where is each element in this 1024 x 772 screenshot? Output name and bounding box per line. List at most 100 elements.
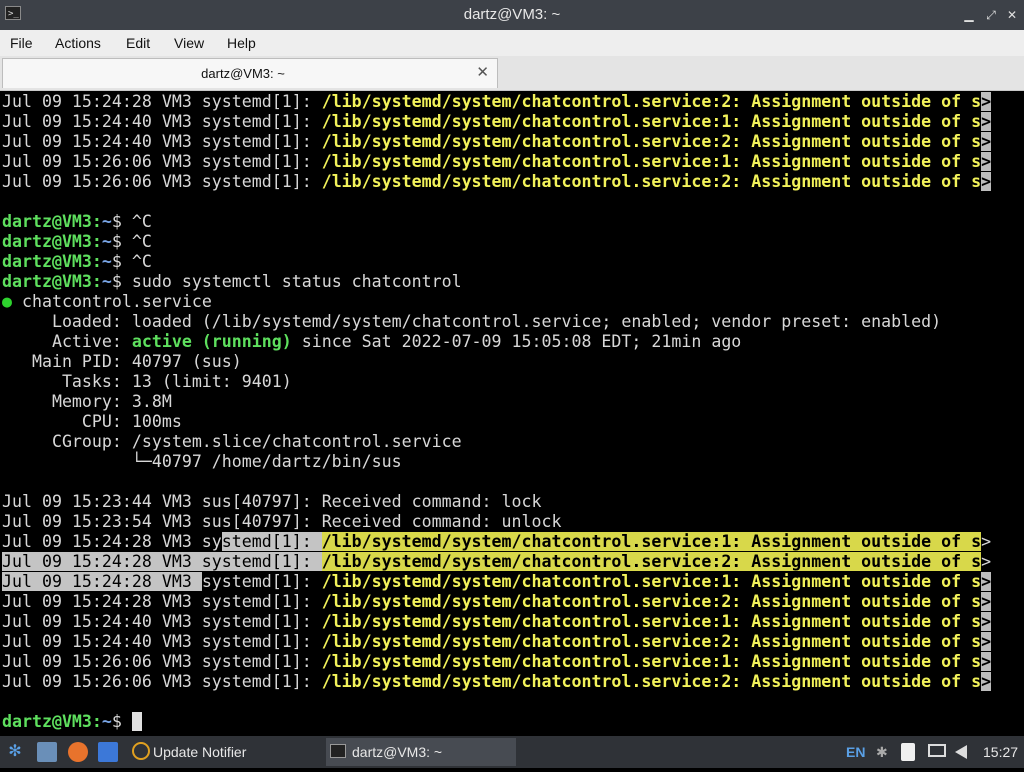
terminal-line: Jul 09 15:24:28 VM3 systemd[1]: /lib/sys… <box>2 552 991 572</box>
terminal-tab[interactable]: dartz@VM3: ~ ✕ <box>2 58 498 88</box>
start-menu-icon[interactable]: ✻ <box>5 742 25 762</box>
terminal-line: Jul 09 15:26:06 VM3 systemd[1]: /lib/sys… <box>2 672 992 692</box>
terminal-line: Jul 09 15:24:40 VM3 systemd[1]: /lib/sys… <box>2 632 992 652</box>
terminal-text: Main PID: 40797 (sus) <box>2 352 242 371</box>
terminal-text: Jul 09 15:26:06 VM3 systemd[1]: <box>2 152 322 171</box>
menu-actions[interactable]: Actions <box>55 30 101 56</box>
terminal-text: /lib/systemd/system/chatcontrol.service:… <box>321 592 982 611</box>
update-notifier-icon <box>132 742 150 760</box>
terminal-text: /lib/systemd/system/chatcontrol.service:… <box>321 132 982 151</box>
terminal-line: ● chatcontrol.service <box>2 292 991 312</box>
show-desktop-icon[interactable] <box>98 742 118 762</box>
window-titlebar[interactable]: >_ dartz@VM3: ~ ▁ ⤢ ✕ <box>0 0 1024 30</box>
terminal-text: > <box>981 592 992 611</box>
terminal-text: ● <box>2 292 12 311</box>
clipboard-icon[interactable] <box>901 736 917 768</box>
terminal-text: > <box>981 572 992 591</box>
terminal-scrollbar[interactable] <box>996 91 1024 736</box>
terminal-text: > <box>981 552 992 571</box>
task-terminal[interactable]: dartz@VM3: ~ <box>326 738 516 766</box>
terminal-line: dartz@VM3:~$ ^C <box>2 212 991 232</box>
terminal-text: Jul 09 15:24:28 VM3 systemd[1]: <box>2 552 322 571</box>
terminal-output[interactable]: Jul 09 15:24:28 VM3 systemd[1]: /lib/sys… <box>0 91 1024 736</box>
clock[interactable]: 15:27 <box>983 736 1018 768</box>
terminal-text: > <box>981 132 992 151</box>
terminal-line: Jul 09 15:26:06 VM3 systemd[1]: /lib/sys… <box>2 152 992 172</box>
terminal-text: /lib/systemd/system/chatcontrol.service:… <box>321 152 982 171</box>
terminal-text: $ ^C <box>111 212 152 231</box>
terminal-text: CPU: 100ms <box>2 412 182 431</box>
terminal-line: Loaded: loaded (/lib/systemd/system/chat… <box>2 312 991 332</box>
terminal-text: > <box>981 92 992 111</box>
close-window-button[interactable]: ✕ <box>1003 6 1021 24</box>
terminal-line: dartz@VM3:~$ ^C <box>2 252 991 272</box>
terminal-text: /lib/systemd/system/chatcontrol.service:… <box>321 532 982 551</box>
terminal-text: active (running) <box>131 332 292 351</box>
terminal-text: stemd[1]: <box>221 532 322 551</box>
terminal-text: Loaded: loaded (/lib/systemd/system/chat… <box>2 312 942 331</box>
terminal-text: chatcontrol.service <box>12 292 212 311</box>
terminal-text: Tasks: 13 (limit: 9401) <box>2 372 292 391</box>
tab-close-icon[interactable]: ✕ <box>476 59 489 89</box>
terminal-text: Jul 09 15:24:40 VM3 systemd[1]: <box>2 112 322 131</box>
terminal-line: CPU: 100ms <box>2 412 991 432</box>
terminal-text: /lib/systemd/system/chatcontrol.service:… <box>321 92 982 111</box>
bluetooth-icon[interactable]: ✱ <box>876 736 888 768</box>
terminal-text: Jul 09 15:24:28 VM3 systemd[1]: <box>2 592 322 611</box>
menu-file[interactable]: File <box>10 30 33 56</box>
task-update-notifier[interactable]: Update Notifier <box>128 738 318 766</box>
task-label: Update Notifier <box>153 744 247 760</box>
terminal-text: Jul 09 15:23:54 VM3 sus[40797]: Received… <box>2 512 562 531</box>
terminal-text: /lib/systemd/system/chatcontrol.service:… <box>321 172 982 191</box>
file-manager-icon[interactable] <box>37 742 57 762</box>
terminal-text: /lib/systemd/system/chatcontrol.service:… <box>321 632 982 651</box>
terminal-text: Jul 09 15:26:06 VM3 systemd[1]: <box>2 672 322 691</box>
terminal-text: > <box>981 632 992 651</box>
menu-view[interactable]: View <box>174 30 204 56</box>
taskbar: ✻ Update Notifier dartz@VM3: ~ EN ✱ 15:2… <box>0 736 1024 768</box>
keyboard-layout-indicator[interactable]: EN <box>846 736 865 768</box>
terminal-text: Jul 09 15:26:06 VM3 systemd[1]: <box>2 652 322 671</box>
terminal-text: ~ <box>101 252 112 271</box>
tab-bar: dartz@VM3: ~ ✕ <box>0 56 1024 91</box>
terminal-line: Jul 09 15:24:28 VM3 systemd[1]: /lib/sys… <box>2 532 991 552</box>
terminal-line: Tasks: 13 (limit: 9401) <box>2 372 991 392</box>
terminal-text: Jul 09 15:24:40 VM3 systemd[1]: <box>2 132 322 151</box>
terminal-text: Active: <box>2 332 132 351</box>
maximize-button[interactable]: ⤢ <box>982 6 1000 24</box>
terminal-line: Jul 09 15:24:28 VM3 systemd[1]: /lib/sys… <box>2 92 992 112</box>
terminal-text: > <box>981 672 992 691</box>
network-icon[interactable] <box>928 736 948 768</box>
terminal-text: > <box>981 652 992 671</box>
terminal-text: ~ <box>101 232 112 251</box>
terminal-text: $ ^C <box>111 252 152 271</box>
minimize-button[interactable]: ▁ <box>960 6 978 24</box>
terminal-text: $ <box>111 712 132 731</box>
terminal-text: Jul 09 15:24:40 VM3 systemd[1]: <box>2 632 322 651</box>
terminal-line: Main PID: 40797 (sus) <box>2 352 991 372</box>
terminal-line: Jul 09 15:24:28 VM3 systemd[1]: /lib/sys… <box>2 572 992 592</box>
terminal-line: Jul 09 15:24:40 VM3 systemd[1]: /lib/sys… <box>2 612 992 632</box>
menu-help[interactable]: Help <box>227 30 256 56</box>
firefox-icon[interactable] <box>68 742 88 762</box>
terminal-line: Jul 09 15:24:40 VM3 systemd[1]: /lib/sys… <box>2 112 992 132</box>
terminal-line: dartz@VM3:~$ <box>2 712 991 732</box>
volume-icon[interactable] <box>955 736 971 768</box>
terminal-line: CGroup: /system.slice/chatcontrol.servic… <box>2 432 991 452</box>
terminal-text: dartz@VM3: <box>2 232 102 251</box>
terminal-text: CGroup: /system.slice/chatcontrol.servic… <box>2 432 462 451</box>
terminal-line: Active: active (running) since Sat 2022-… <box>2 332 991 352</box>
terminal-text: Jul 09 15:24:28 VM3 sy <box>2 532 222 551</box>
tab-label: dartz@VM3: ~ <box>201 66 285 81</box>
terminal-text: ~ <box>101 712 112 731</box>
terminal-text: dartz@VM3: <box>2 712 102 731</box>
terminal-text: Jul 09 15:24:40 VM3 systemd[1]: <box>2 612 322 631</box>
menu-edit[interactable]: Edit <box>126 30 150 56</box>
terminal-text: systemd[1]: <box>201 572 322 591</box>
terminal-text: Jul 09 15:24:28 VM3 <box>2 572 202 591</box>
terminal-text: > <box>981 172 992 191</box>
terminal-line: dartz@VM3:~$ ^C <box>2 232 991 252</box>
task-label: dartz@VM3: ~ <box>352 744 443 760</box>
terminal-text: dartz@VM3: <box>2 212 102 231</box>
